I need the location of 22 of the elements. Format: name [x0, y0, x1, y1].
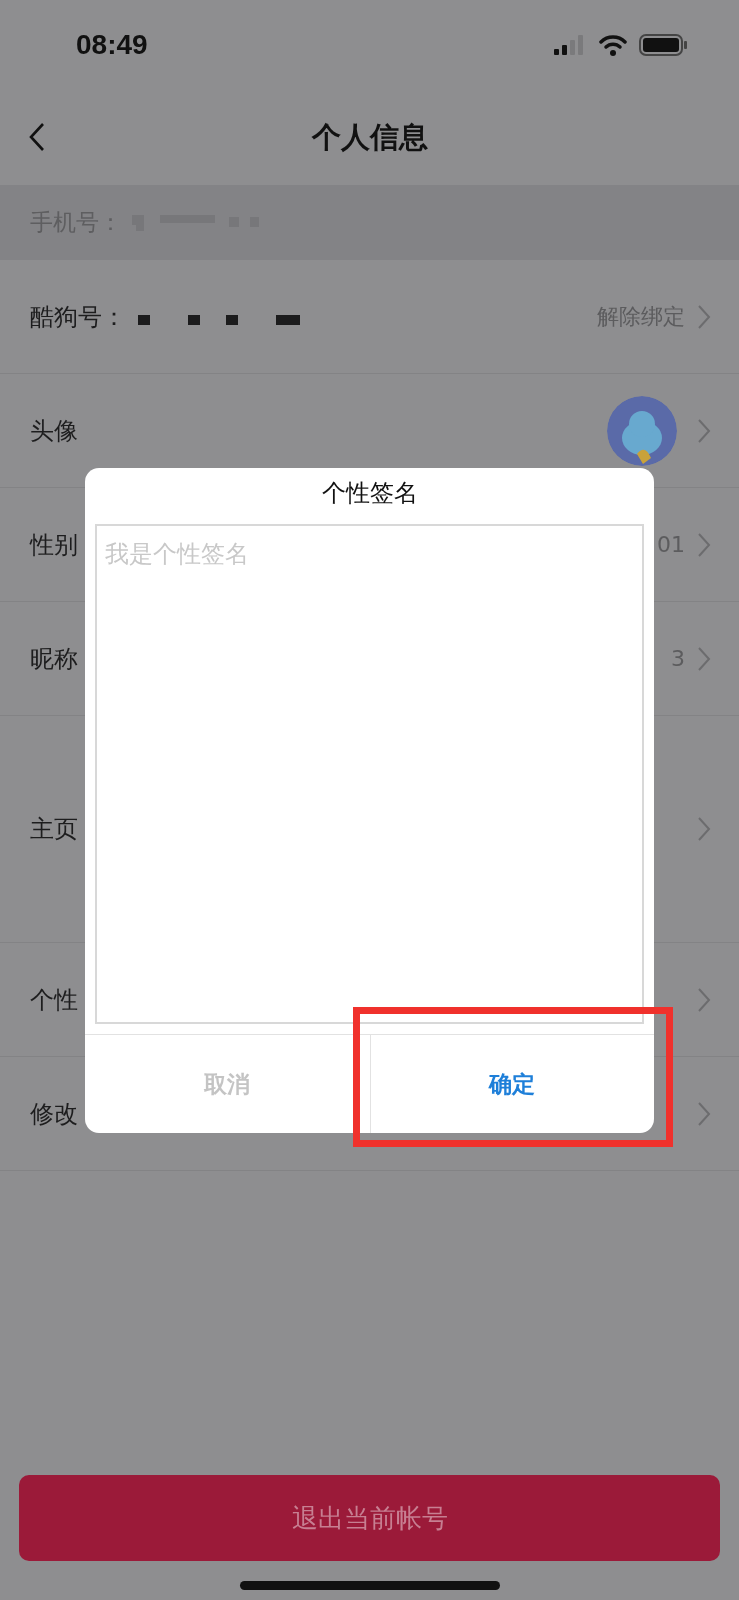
chevron-icon: [697, 1100, 711, 1127]
battery-icon: [639, 33, 689, 57]
status-time: 08:49: [76, 29, 148, 61]
chevron-icon: [697, 645, 711, 672]
page-title: 个人信息: [311, 118, 428, 156]
row-label: 主页: [30, 814, 78, 845]
chevron-icon: [697, 303, 711, 330]
row-label: 修改: [30, 1098, 78, 1130]
row-label: 昵称: [30, 643, 78, 675]
back-icon: [28, 122, 46, 152]
row-label: 酷狗号：: [30, 301, 126, 333]
chevron-icon: [697, 816, 711, 842]
avatar: [607, 395, 677, 466]
logout-button[interactable]: 退出当前帐号: [19, 1475, 720, 1561]
row-label: 个性: [30, 984, 78, 1016]
row-label: 头像: [30, 415, 78, 447]
confirm-button[interactable]: 确定: [369, 1035, 654, 1133]
wifi-icon: [599, 34, 627, 56]
chevron-icon: [697, 531, 711, 558]
chevron-icon: [697, 986, 711, 1013]
chevron-icon: [697, 417, 711, 444]
row-label: 性别: [30, 529, 78, 561]
